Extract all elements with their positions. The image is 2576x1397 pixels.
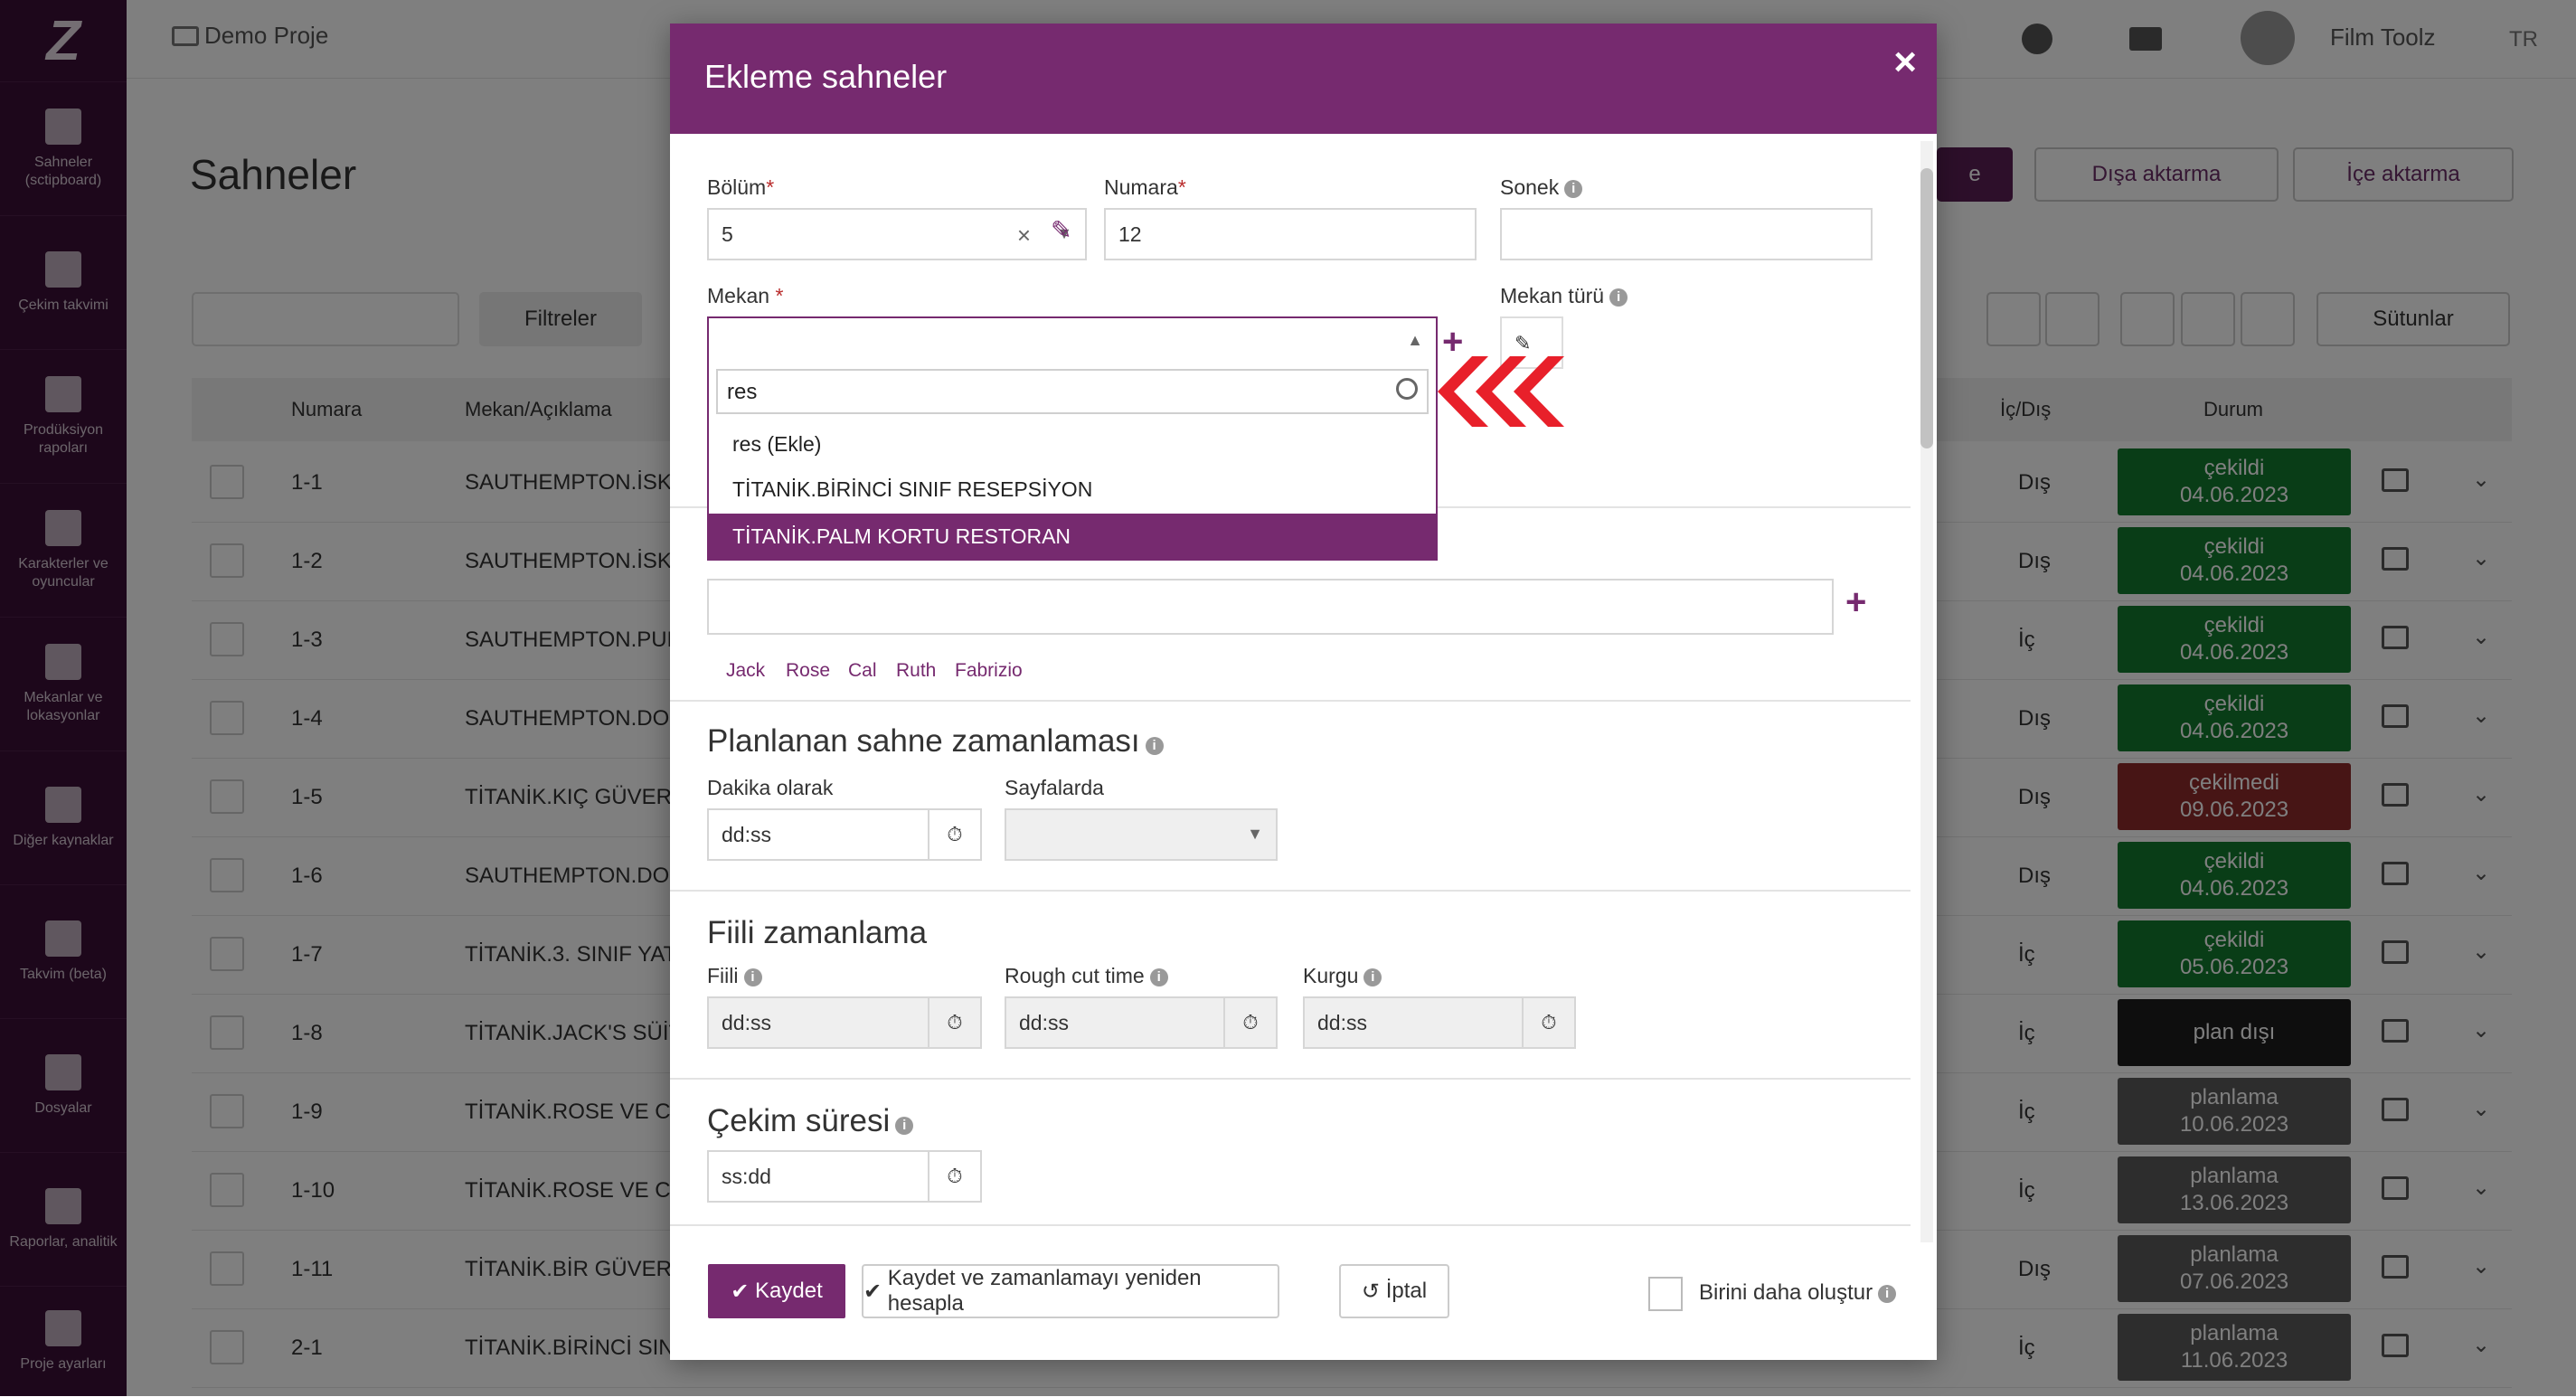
- minutes-input[interactable]: dd:ss ⏱: [707, 808, 982, 861]
- annotation-arrow-icon: [1438, 356, 1564, 427]
- numara-input[interactable]: 12: [1104, 208, 1477, 260]
- info-icon: i: [1564, 180, 1583, 198]
- location-search-input[interactable]: res: [716, 369, 1429, 414]
- info-icon: i: [895, 1117, 914, 1135]
- info-icon: i: [1878, 1285, 1897, 1303]
- sonek-input[interactable]: [1500, 208, 1873, 260]
- create-another-label[interactable]: Birini daha oluştur i: [1699, 1280, 1897, 1306]
- clock-icon[interactable]: ⏱: [1522, 998, 1574, 1047]
- add-character-icon[interactable]: +: [1845, 582, 1866, 623]
- divider: [670, 1078, 1911, 1080]
- bolum-select[interactable]: 5 × ▼: [707, 208, 1087, 260]
- sonek-label: Sonek i: [1500, 175, 1583, 200]
- numara-label: Numara*: [1104, 175, 1186, 199]
- dakika-label: Dakika olarak: [707, 776, 834, 799]
- info-icon: i: [1145, 737, 1164, 755]
- location-select[interactable]: ▲: [707, 316, 1438, 369]
- actual-input[interactable]: dd:ss ⏱: [707, 996, 982, 1049]
- save-button[interactable]: ✔ Kaydet: [708, 1264, 845, 1318]
- sayfalarda-label: Sayfalarda: [1005, 776, 1104, 799]
- mekan-turu-label: Mekan türü i: [1500, 284, 1628, 308]
- clock-icon[interactable]: ⏱: [928, 810, 980, 859]
- kurgu-label: Kurgu i: [1303, 964, 1382, 988]
- info-icon: i: [743, 968, 762, 986]
- fiili-label: Fiili i: [707, 964, 762, 988]
- mekan-label: Mekan *: [707, 284, 784, 307]
- modal-scrollbar[interactable]: [1920, 141, 1933, 1242]
- dropdown-option-highlighted[interactable]: TİTANİK.PALM KORTU RESTORAN: [709, 514, 1436, 559]
- pages-select[interactable]: ▼: [1005, 808, 1278, 861]
- clear-icon[interactable]: ×: [1017, 222, 1031, 250]
- actual-timing-title: Fiili zamanlama: [707, 915, 928, 950]
- info-icon: i: [1149, 968, 1168, 986]
- chevron-up-icon[interactable]: ▲: [1407, 331, 1423, 350]
- modal-header: Ekleme sahneler ×: [670, 24, 1937, 134]
- shooting-duration-title: Çekim süresi i: [707, 1103, 914, 1139]
- divider: [670, 890, 1911, 892]
- info-icon: i: [1609, 288, 1628, 307]
- rough-cut-label: Rough cut time i: [1005, 964, 1168, 988]
- clock-icon[interactable]: ⏱: [928, 998, 980, 1047]
- modal-title: Ekleme sahneler: [704, 58, 948, 95]
- dropdown-option[interactable]: res (Ekle): [709, 421, 1436, 467]
- cancel-button[interactable]: ↺ İptal: [1339, 1264, 1449, 1318]
- divider: [670, 700, 1911, 702]
- location-dropdown: res res (Ekle) TİTANİK.BİRİNCİ SINIF RES…: [707, 363, 1438, 561]
- character-chip[interactable]: Rose: [786, 660, 830, 682]
- rough-cut-input[interactable]: dd:ss ⏱: [1005, 996, 1278, 1049]
- clock-icon[interactable]: ⏱: [928, 1152, 980, 1201]
- scrollbar-thumb[interactable]: [1920, 168, 1933, 448]
- add-scene-modal: Ekleme sahneler × Bölüm* 5 × ▼ ✎ Numara*…: [670, 24, 1937, 1360]
- planned-timing-title: Planlanan sahne zamanlaması i: [707, 723, 1164, 760]
- pencil-icon: ✎: [1514, 332, 1532, 354]
- character-chip[interactable]: Cal: [848, 660, 877, 682]
- clock-icon[interactable]: ⏱: [1223, 998, 1276, 1047]
- chevron-down-icon[interactable]: ▼: [1247, 825, 1263, 844]
- search-icon: [1396, 378, 1418, 400]
- character-chip[interactable]: Jack: [726, 660, 765, 682]
- footer-divider: [670, 1224, 1911, 1226]
- save-and-recalc-button[interactable]: ✔ Kaydet ve zamanlamayı yeniden hesapla: [862, 1264, 1279, 1318]
- edit-time-input[interactable]: dd:ss ⏱: [1303, 996, 1576, 1049]
- character-chip[interactable]: Fabrizio: [955, 660, 1023, 682]
- dropdown-option[interactable]: TİTANİK.BİRİNCİ SINIF RESEPSİYON: [709, 467, 1436, 512]
- close-icon[interactable]: ×: [1893, 40, 1917, 85]
- create-another-checkbox[interactable]: [1648, 1277, 1683, 1311]
- shooting-duration-input[interactable]: ss:dd ⏱: [707, 1150, 982, 1203]
- edit-episode-icon[interactable]: ✎: [1051, 215, 1071, 245]
- info-icon: i: [1363, 968, 1382, 986]
- character-chip[interactable]: Ruth: [896, 660, 936, 682]
- bolum-label: Bölüm*: [707, 175, 775, 199]
- characters-input[interactable]: [707, 579, 1834, 635]
